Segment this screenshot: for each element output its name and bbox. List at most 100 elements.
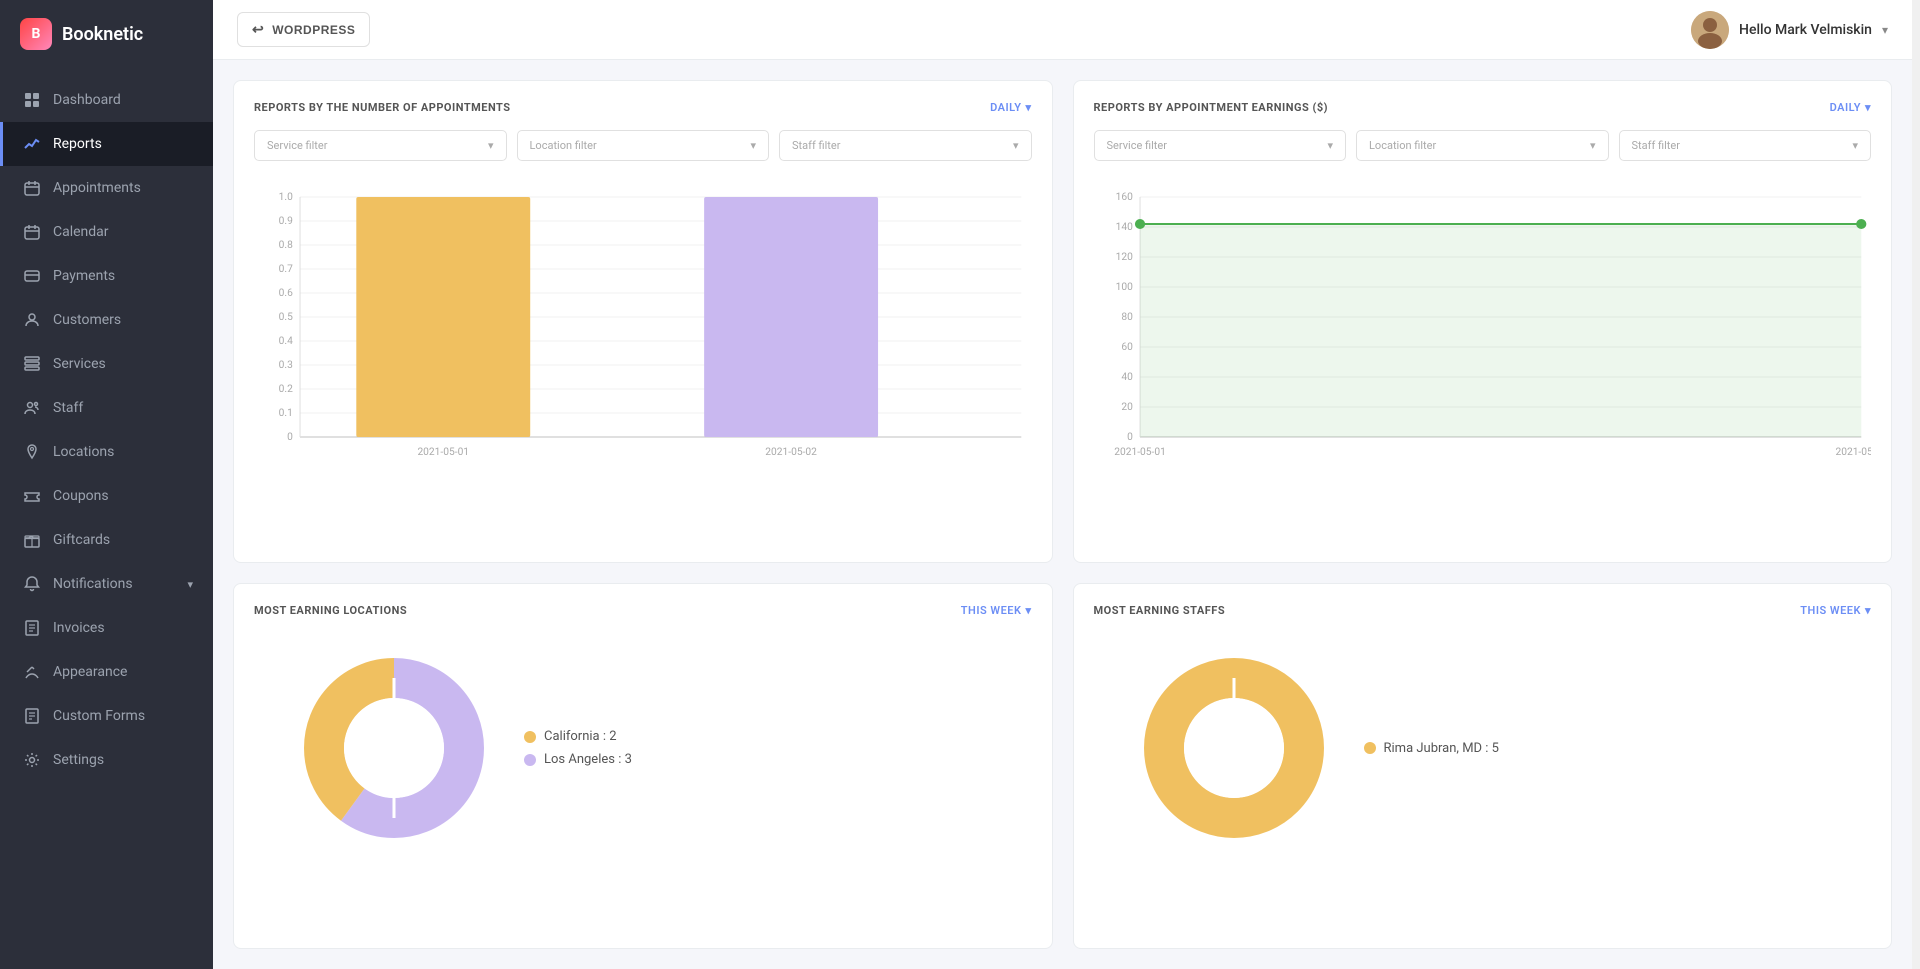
- svg-text:0.4: 0.4: [279, 336, 294, 347]
- calendar-icon: [23, 223, 41, 241]
- bar-chart-svg: 0 0.1 0.2 0.3 0.4 0.5 0.6 0.7 0.8 0.9 1.…: [254, 177, 1032, 467]
- payments-icon: [23, 267, 41, 285]
- sidebar-item-label: Services: [53, 356, 106, 372]
- user-menu[interactable]: Hello Mark Velmiskin ▾: [1691, 11, 1888, 49]
- staffs-period-label: THIS WEEK: [1800, 604, 1861, 617]
- appointments-icon: [23, 179, 41, 197]
- sidebar-item-invoices[interactable]: Invoices: [0, 606, 213, 650]
- user-chevron-icon: ▾: [1882, 23, 1888, 37]
- giftcards-icon: [23, 531, 41, 549]
- svg-text:140: 140: [1115, 222, 1133, 233]
- staffs-donut-card: MOST EARNING STAFFS THIS WEEK ▾: [1073, 583, 1893, 949]
- filter-chevron-icon: ▾: [1327, 139, 1333, 152]
- notifications-icon: [23, 575, 41, 593]
- filter-chevron-icon: ▾: [1852, 139, 1858, 152]
- locations-period-label: THIS WEEK: [961, 604, 1022, 617]
- earnings-staff-filter[interactable]: Staff filter ▾: [1619, 130, 1872, 161]
- reports-icon: [23, 135, 41, 153]
- svg-text:0.3: 0.3: [279, 360, 294, 371]
- wp-button-label: WORDPRESS: [272, 23, 355, 37]
- sidebar-nav: Dashboard Reports Appointments Calendar: [0, 68, 213, 969]
- locations-legend: California : 2 Los Angeles : 3: [494, 729, 1032, 767]
- sidebar-item-label: Custom Forms: [53, 708, 145, 724]
- sidebar-item-payments[interactable]: Payments: [0, 254, 213, 298]
- period-chevron-icon: ▾: [1025, 101, 1031, 114]
- svg-text:2021-05-02: 2021-05-02: [1835, 447, 1871, 458]
- sidebar-item-dashboard[interactable]: Dashboard: [0, 78, 213, 122]
- appointments-period-label: DAILY: [990, 101, 1021, 114]
- sidebar-item-label: Staff: [53, 400, 83, 416]
- sidebar-item-label: Locations: [53, 444, 114, 460]
- filter-chevron-icon: ▾: [750, 139, 756, 152]
- sidebar-item-settings[interactable]: Settings: [0, 738, 213, 782]
- rima-dot: [1364, 742, 1376, 754]
- earnings-period-selector[interactable]: DAILY ▾: [1830, 101, 1871, 114]
- appearance-icon: [23, 663, 41, 681]
- svg-text:0: 0: [287, 432, 293, 443]
- appointments-service-filter[interactable]: Service filter ▾: [254, 130, 507, 161]
- staffs-chart-title: MOST EARNING STAFFS: [1094, 604, 1226, 617]
- main-area: ↩ WORDPRESS Hello Mark Velmiskin ▾ REPOR…: [213, 0, 1912, 969]
- locations-chart-header: MOST EARNING LOCATIONS THIS WEEK ▾: [254, 604, 1032, 617]
- legend-item-rima: Rima Jubran, MD : 5: [1364, 741, 1872, 756]
- back-arrow-icon: ↩: [252, 21, 264, 38]
- sidebar-item-label: Notifications: [53, 576, 133, 592]
- locations-donut-section: California : 2 Los Angeles : 3: [254, 633, 1032, 853]
- appointments-period-selector[interactable]: DAILY ▾: [990, 101, 1031, 114]
- earnings-filters: Service filter ▾ Location filter ▾ Staff…: [1094, 130, 1872, 161]
- sidebar-item-label: Customers: [53, 312, 121, 328]
- svg-text:160: 160: [1115, 192, 1133, 203]
- sidebar-item-appearance[interactable]: Appearance: [0, 650, 213, 694]
- svg-text:0.5: 0.5: [279, 312, 294, 323]
- appointments-staff-filter[interactable]: Staff filter ▾: [779, 130, 1032, 161]
- sidebar-item-customers[interactable]: Customers: [0, 298, 213, 342]
- customers-icon: [23, 311, 41, 329]
- notifications-arrow-icon: ▾: [187, 578, 193, 591]
- legend-item-losangeles: Los Angeles : 3: [524, 752, 1032, 767]
- appointments-chart-title: REPORTS BY THE NUMBER OF APPOINTMENTS: [254, 101, 511, 114]
- sidebar-item-staff[interactable]: Staff: [0, 386, 213, 430]
- earnings-location-filter[interactable]: Location filter ▾: [1356, 130, 1609, 161]
- custom-forms-icon: [23, 707, 41, 725]
- svg-text:0.6: 0.6: [279, 288, 294, 299]
- avatar: [1691, 11, 1729, 49]
- sidebar-item-label: Giftcards: [53, 532, 110, 548]
- svg-text:0.8: 0.8: [279, 240, 294, 251]
- scrollbar[interactable]: [1912, 0, 1920, 969]
- sidebar-item-reports[interactable]: Reports: [0, 122, 213, 166]
- losangeles-label: Los Angeles : 3: [544, 752, 632, 767]
- svg-text:60: 60: [1121, 342, 1133, 353]
- california-dot: [524, 731, 536, 743]
- staffs-period-selector[interactable]: THIS WEEK ▾: [1800, 604, 1871, 617]
- logo-area: B Booknetic: [0, 0, 213, 68]
- sidebar-item-label: Invoices: [53, 620, 105, 636]
- locations-period-selector[interactable]: THIS WEEK ▾: [961, 604, 1032, 617]
- sidebar-item-label: Calendar: [53, 224, 109, 240]
- california-label: California : 2: [544, 729, 617, 744]
- sidebar-item-custom-forms[interactable]: Custom Forms: [0, 694, 213, 738]
- logo-icon: B: [20, 18, 52, 50]
- sidebar-item-coupons[interactable]: Coupons: [0, 474, 213, 518]
- sidebar-item-calendar[interactable]: Calendar: [0, 210, 213, 254]
- sidebar-item-appointments[interactable]: Appointments: [0, 166, 213, 210]
- svg-text:2021-05-02: 2021-05-02: [765, 447, 817, 458]
- earnings-chart-card: REPORTS BY APPOINTMENT EARNINGS ($) DAIL…: [1073, 80, 1893, 563]
- period-chevron-icon: ▾: [1025, 604, 1031, 617]
- sidebar-item-label: Settings: [53, 752, 104, 768]
- svg-text:120: 120: [1115, 252, 1133, 263]
- locations-donut-chart: [294, 648, 494, 848]
- wordpress-button[interactable]: ↩ WORDPRESS: [237, 12, 370, 47]
- sidebar-item-label: Dashboard: [53, 92, 121, 108]
- period-chevron-icon: ▾: [1865, 604, 1871, 617]
- earnings-line-chart: 0 20 40 60 80 100 120 140 160: [1094, 177, 1872, 467]
- sidebar-item-label: Reports: [53, 136, 102, 152]
- services-icon: [23, 355, 41, 373]
- sidebar-item-notifications[interactable]: Notifications ▾: [0, 562, 213, 606]
- sidebar-item-services[interactable]: Services: [0, 342, 213, 386]
- appointments-bar-chart: 0 0.1 0.2 0.3 0.4 0.5 0.6 0.7 0.8 0.9 1.…: [254, 177, 1032, 467]
- settings-icon: [23, 751, 41, 769]
- sidebar-item-locations[interactable]: Locations: [0, 430, 213, 474]
- sidebar-item-giftcards[interactable]: Giftcards: [0, 518, 213, 562]
- earnings-service-filter[interactable]: Service filter ▾: [1094, 130, 1347, 161]
- appointments-location-filter[interactable]: Location filter ▾: [517, 130, 770, 161]
